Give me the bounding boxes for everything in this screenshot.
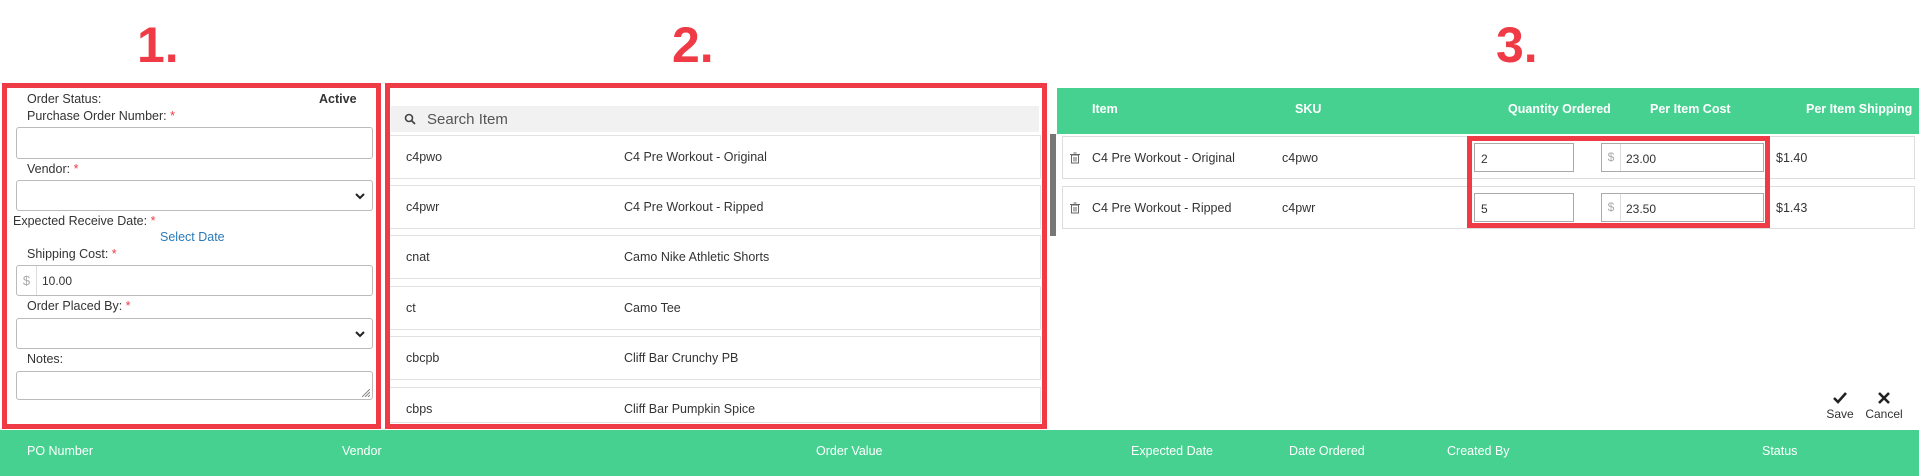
col-header-cost: Per Item Cost <box>1650 102 1731 116</box>
panel-scrollbar[interactable] <box>1050 134 1056 236</box>
order-table-header <box>1057 88 1919 134</box>
col-header-created-by[interactable]: Created By <box>1447 444 1510 458</box>
col-header-po-number[interactable]: PO Number <box>27 444 93 458</box>
trash-icon[interactable] <box>1070 202 1080 214</box>
annotation-box-search <box>385 83 1047 429</box>
step-number-3: 3. <box>1496 17 1538 73</box>
po-list-header <box>0 430 1919 476</box>
save-label: Save <box>1826 407 1854 421</box>
trash-icon[interactable] <box>1070 152 1080 164</box>
order-row-item: C4 Pre Workout - Ripped <box>1092 201 1232 215</box>
order-row-sku: c4pwo <box>1282 151 1319 165</box>
col-header-order-value[interactable]: Order Value <box>816 444 882 458</box>
order-row-item: C4 Pre Workout - Original <box>1092 151 1235 165</box>
col-header-sku: SKU <box>1295 102 1322 116</box>
order-row-shipping: $1.40 <box>1776 151 1808 165</box>
annotation-box-form <box>2 83 381 429</box>
save-button[interactable]: Save <box>1822 392 1858 430</box>
col-header-item: Item <box>1092 102 1118 116</box>
annotation-box-quantity-cost <box>1467 136 1770 228</box>
col-header-status[interactable]: Status <box>1762 444 1797 458</box>
col-header-qty: Quantity Ordered <box>1508 102 1611 116</box>
col-header-shipping: Per Item Shipping <box>1806 102 1913 116</box>
close-icon <box>1878 392 1890 404</box>
cancel-label: Cancel <box>1865 407 1903 421</box>
check-icon <box>1833 392 1847 404</box>
col-header-date-ordered[interactable]: Date Ordered <box>1289 444 1365 458</box>
order-row-sku: c4pwr <box>1282 201 1316 215</box>
col-header-vendor[interactable]: Vendor <box>342 444 382 458</box>
step-number-1: 1. <box>137 17 179 73</box>
col-header-expected-date[interactable]: Expected Date <box>1131 444 1213 458</box>
cancel-button[interactable]: Cancel <box>1862 392 1906 430</box>
step-number-2: 2. <box>672 17 714 73</box>
order-row-shipping: $1.43 <box>1776 201 1808 215</box>
